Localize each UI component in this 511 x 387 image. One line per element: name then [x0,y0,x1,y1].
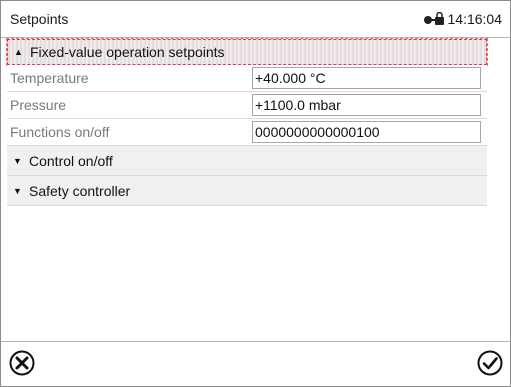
section-label: Safety controller [29,182,131,199]
section-label: Fixed-value operation setpoints [30,44,225,60]
header-divider [1,37,510,38]
setpoints-list: ▲ Fixed-value operation setpoints Temper… [6,38,488,206]
setpoint-row-pressure: Pressure +1100.0 mbar [7,92,487,119]
confirm-button[interactable] [477,350,503,376]
setpoint-label: Functions on/off [10,124,110,140]
cancel-circle-icon [9,350,35,376]
header-status: 14:16:04 [423,11,503,27]
footer-divider [1,341,510,342]
setpoint-label: Pressure [10,97,67,113]
setpoint-label: Temperature [10,70,89,86]
setpoint-row-functions: Functions on/off 0000000000000100 [7,119,487,146]
section-safety-controller[interactable]: ▼ Safety controller [7,176,487,206]
chevron-down-icon: ▼ [13,155,22,166]
temperature-field[interactable]: +40.000 °C [252,67,481,89]
chevron-up-icon: ▲ [14,47,23,57]
section-fixed-value-setpoints[interactable]: ▲ Fixed-value operation setpoints [6,38,488,66]
lock-key-icon [423,11,445,26]
setpoint-row-temperature: Temperature +40.000 °C [7,65,487,92]
functions-field[interactable]: 0000000000000100 [252,121,481,143]
page-title: Setpoints [10,11,69,27]
cancel-button[interactable] [9,350,35,376]
pressure-field[interactable]: +1100.0 mbar [252,94,481,116]
confirm-check-circle-icon [477,350,503,376]
header-bar: Setpoints 14:16:04 [1,1,510,38]
section-label: Control on/off [29,152,113,169]
clock-time: 14:16:04 [447,11,503,27]
section-control-on-off[interactable]: ▼ Control on/off [7,146,487,176]
chevron-down-icon: ▼ [13,185,22,196]
window-frame: Setpoints 14:16:04 ▲ Fixed-value operati… [0,0,511,387]
